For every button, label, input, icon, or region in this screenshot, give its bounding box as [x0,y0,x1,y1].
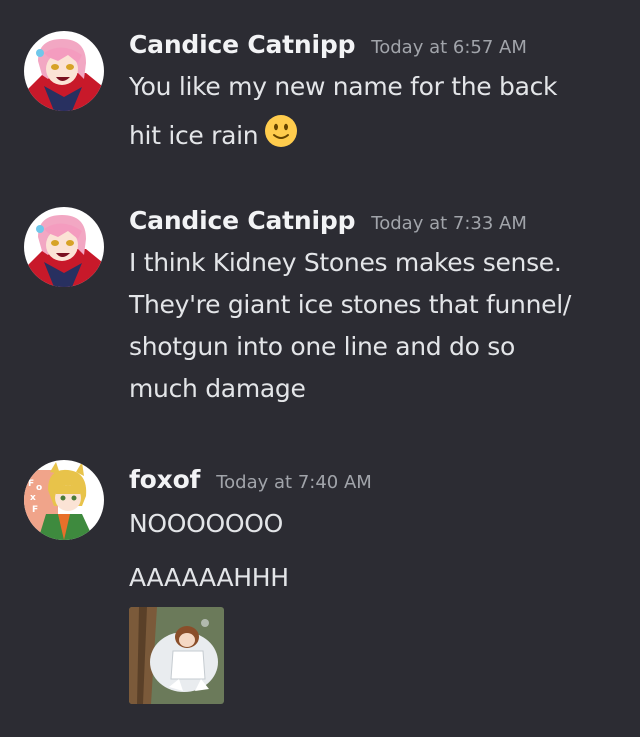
message-header: Candice Catnipp Today at 6:57 AM [129,30,527,59]
timestamp[interactable]: Today at 7:33 AM [371,213,527,234]
svg-text:o: o [36,483,42,493]
message-header: Candice Catnipp Today at 7:33 AM [129,206,527,235]
svg-text:F: F [32,505,38,515]
anime-character-pink-hair-avatar-icon [24,31,104,111]
timestamp[interactable]: Today at 7:40 AM [216,472,372,493]
chat-messages: Candice Catnipp Today at 6:57 AM You lik… [0,0,640,737]
username[interactable]: foxof [129,465,200,494]
message-text: They're giant ice stones that funnel/ [129,290,571,319]
message-text: hit ice rain [129,121,259,150]
message-text: I think Kidney Stones makes sense. [129,248,562,277]
username[interactable]: Candice Catnipp [129,206,355,235]
svg-text:F: F [28,479,34,489]
message-header: foxof Today at 7:40 AM [129,465,372,494]
message-text: AAAAAAHHH [129,563,289,592]
sleeping-character-gif-icon [129,607,224,704]
message-text: NOOOOOOO [129,509,284,538]
user-avatar[interactable] [24,31,104,111]
username[interactable]: Candice Catnipp [129,30,355,59]
anime-character-blonde-hair-avatar-icon: F o x F [24,460,104,540]
user-avatar[interactable]: F o x F [24,460,104,540]
user-avatar[interactable] [24,207,104,287]
message-text-line: hit ice rain [129,115,298,154]
message-text: much damage [129,374,306,403]
timestamp[interactable]: Today at 6:57 AM [371,37,527,58]
slightly-smiling-face-emoji-icon [264,114,298,154]
svg-text:x: x [30,493,36,503]
gif-attachment[interactable] [129,607,224,704]
message-text: shotgun into one line and do so [129,332,515,361]
anime-character-pink-hair-avatar-icon [24,207,104,287]
message-text: You like my new name for the back [129,72,558,101]
